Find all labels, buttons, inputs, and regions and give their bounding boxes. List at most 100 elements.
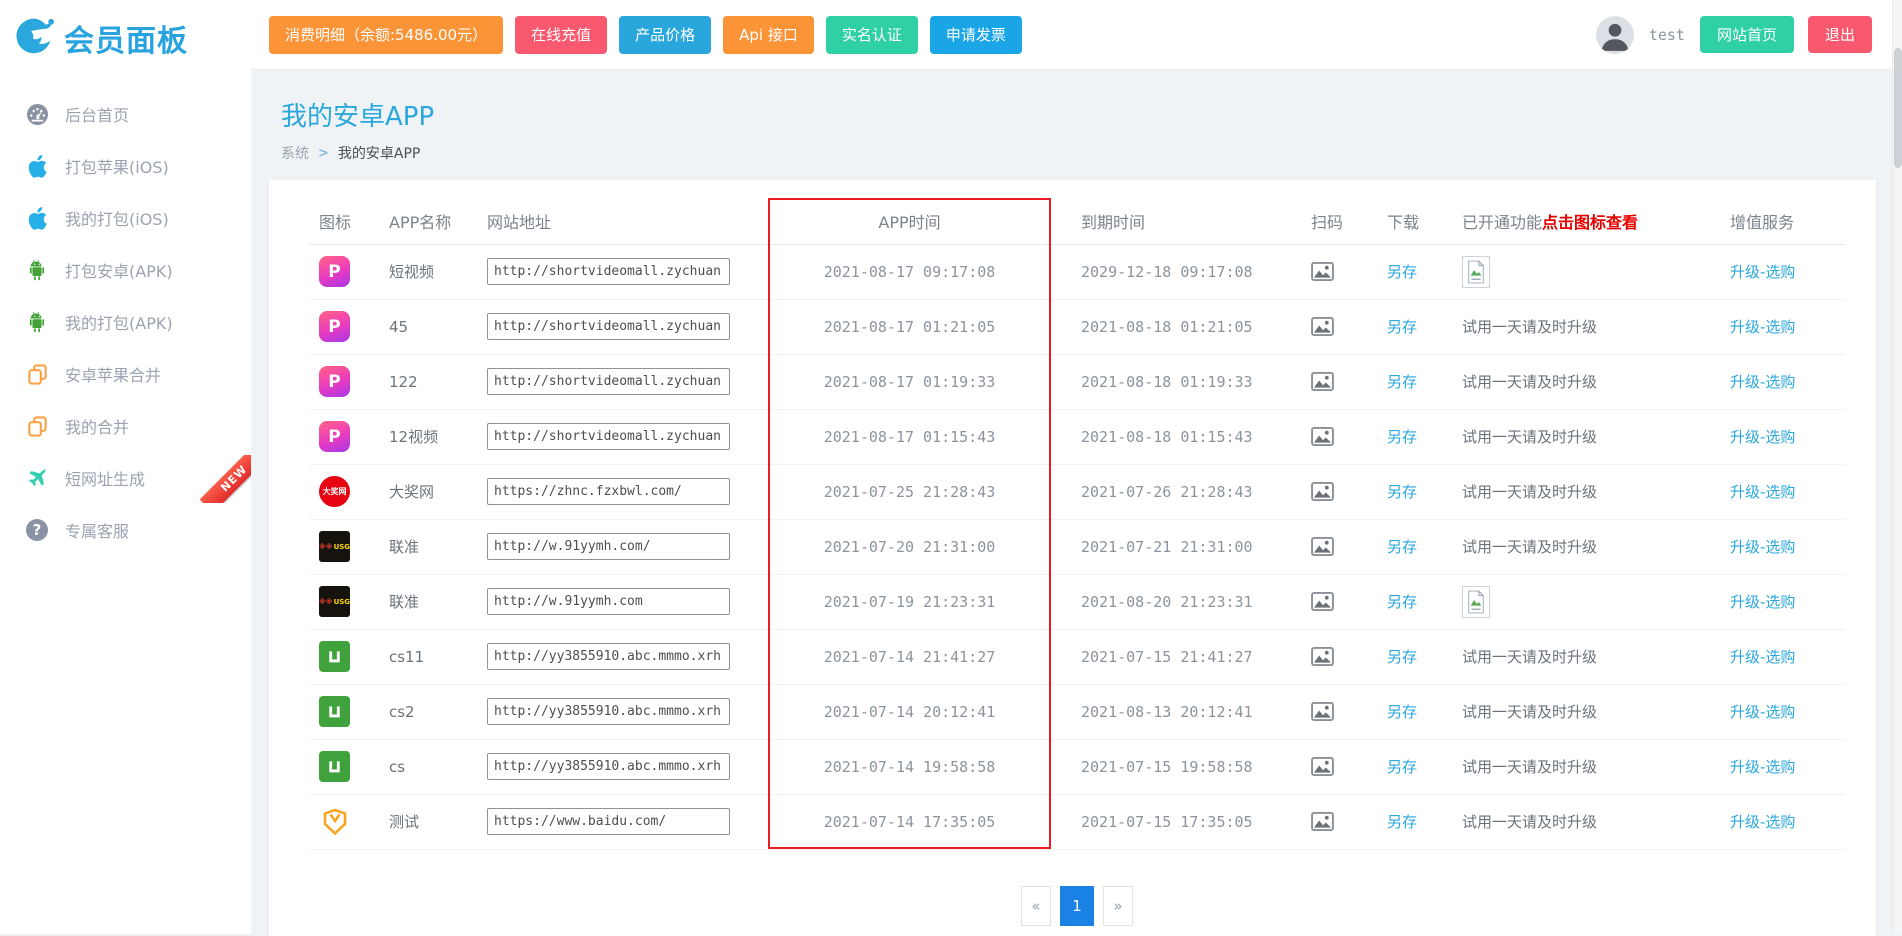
upgrade-link[interactable]: 升级-选购 [1730,538,1795,556]
qr-image-icon[interactable] [1311,812,1334,830]
app-name: 测试 [385,794,485,849]
app-time: 2021-08-17 01:15:43 [768,409,1051,464]
sidebar-item-my-merge[interactable]: 我的合并 [0,400,251,452]
next-page-button[interactable]: » [1103,886,1133,926]
upgrade-link[interactable]: 升级-选购 [1730,263,1795,281]
app-time: 2021-07-14 17:35:05 [768,794,1051,849]
save-as-link[interactable]: 另存 [1387,813,1417,831]
u-green-app-icon [319,647,350,665]
features-cell: 试用一天请及时升级 [1450,409,1720,464]
save-as-link[interactable]: 另存 [1387,318,1417,336]
qr-image-icon[interactable] [1311,427,1334,445]
qr-image-icon[interactable] [1311,482,1334,500]
prev-page-button[interactable]: « [1021,886,1051,926]
scrollbar-thumb[interactable] [1894,48,1902,168]
qr-image-icon[interactable] [1311,757,1334,775]
breadcrumb-separator-icon: > [318,146,329,161]
page-title: 我的安卓APP [281,96,1902,133]
upgrade-link[interactable]: 升级-选购 [1730,648,1795,666]
save-as-link[interactable]: 另存 [1387,428,1417,446]
upgrade-link[interactable]: 升级-选购 [1730,318,1795,336]
expire-time: 2029-12-18 09:17:08 [1051,244,1295,299]
app-name: cs2 [385,684,485,739]
qr-image-icon[interactable] [1311,262,1334,280]
real-name-button[interactable]: 实名认证 [826,16,918,54]
dashboard-icon [22,103,52,126]
product-price-button[interactable]: 产品价格 [619,16,711,54]
qr-image-icon[interactable] [1311,647,1334,665]
sidebar-item-support[interactable]: ? 专属客服 [0,504,251,556]
features-cell: 试用一天请及时升级 [1450,519,1720,574]
save-as-link[interactable]: 另存 [1387,648,1417,666]
upgrade-link[interactable]: 升级-选购 [1730,758,1795,776]
merge-icon [22,415,52,438]
save-as-link[interactable]: 另存 [1387,593,1417,611]
sidebar-item-merge-android-ios[interactable]: 安卓苹果合并 [0,348,251,400]
api-button[interactable]: Api 接口 [723,16,814,54]
site-home-button[interactable]: 网站首页 [1700,16,1794,53]
sidebar-item-my-package-apk[interactable]: 我的打包(APK) [0,296,251,348]
p-app-icon: P [319,427,350,445]
qr-image-icon[interactable] [1311,372,1334,390]
app-url-input[interactable] [487,643,730,670]
recharge-button[interactable]: 在线充值 [515,16,607,54]
brand-logo-icon [13,16,55,60]
qr-image-icon[interactable] [1311,537,1334,555]
sidebar-item-package-apk[interactable]: 打包安卓(APK) [0,244,251,296]
user-avatar[interactable] [1596,16,1634,54]
page-1-button[interactable]: 1 [1060,886,1094,926]
save-as-link[interactable]: 另存 [1387,758,1417,776]
sidebar-item-short-url[interactable]: 短网址生成 NEW [0,452,251,504]
save-as-link[interactable]: 另存 [1387,483,1417,501]
sidebar-item-dashboard[interactable]: 后台首页 [0,88,251,140]
broken-image-icon[interactable] [1462,256,1490,288]
app-url-input[interactable] [487,423,730,450]
features-header-text: 已开通功能 [1462,213,1542,232]
qr-image-icon[interactable] [1311,317,1334,335]
broken-image-icon[interactable] [1462,586,1490,618]
main-content: 我的安卓APP 系统 > 我的安卓APP 图标 APP名称 网站地址 APP时间 [251,70,1902,934]
new-ribbon-badge: NEW [197,455,251,503]
col-header-url: 网站地址 [485,198,768,244]
topbar-buttons: 消费明细（余额:5486.00元） 在线充值产品价格 Api 接口实名认证申请发票 [269,16,1034,54]
upgrade-link[interactable]: 升级-选购 [1730,373,1795,391]
features-header-note: 点击图标查看 [1542,213,1638,232]
usg-app-icon: ※※USG [319,592,350,610]
qr-image-icon[interactable] [1311,702,1334,720]
app-url-input[interactable] [487,808,730,835]
qr-image-icon[interactable] [1311,592,1334,610]
invoice-button[interactable]: 申请发票 [930,16,1022,54]
sidebar-item-my-package-ios[interactable]: 我的打包(iOS) [0,192,251,244]
app-time: 2021-07-19 21:23:31 [768,574,1051,629]
save-as-link[interactable]: 另存 [1387,538,1417,556]
app-url-input[interactable] [487,313,730,340]
consume-detail-button[interactable]: 消费明细（余额:5486.00元） [269,16,503,54]
app-url-input[interactable] [487,258,730,285]
app-url-input[interactable] [487,588,730,615]
upgrade-link[interactable]: 升级-选购 [1730,483,1795,501]
col-header-features: 已开通功能点击图标查看 [1450,198,1720,244]
app-url-input[interactable] [487,698,730,725]
upgrade-link[interactable]: 升级-选购 [1730,703,1795,721]
app-url-input[interactable] [487,753,730,780]
upgrade-link[interactable]: 升级-选购 [1730,813,1795,831]
save-as-link[interactable]: 另存 [1387,373,1417,391]
app-url-input[interactable] [487,368,730,395]
window-scrollbar[interactable] [1892,0,1902,934]
p-app-icon: P [319,317,350,335]
table-row: cs11 2021-07-14 21:41:27 2021-07-15 21:4… [309,629,1845,684]
upgrade-link[interactable]: 升级-选购 [1730,593,1795,611]
save-as-link[interactable]: 另存 [1387,263,1417,281]
sidebar-item-package-ios[interactable]: 打包苹果(iOS) [0,140,251,192]
upgrade-link[interactable]: 升级-选购 [1730,428,1795,446]
features-cell [1450,574,1720,629]
app-url-input[interactable] [487,533,730,560]
expire-time: 2021-07-15 19:58:58 [1051,739,1295,794]
app-url-input[interactable] [487,478,730,505]
sidebar-item-label: 我的打包(iOS) [65,206,169,230]
app-time: 2021-08-17 01:21:05 [768,299,1051,354]
breadcrumb-root[interactable]: 系统 [281,143,309,163]
logout-button[interactable]: 退出 [1808,16,1872,53]
save-as-link[interactable]: 另存 [1387,703,1417,721]
dajiangwang-app-icon: 大奖网 [319,482,350,500]
